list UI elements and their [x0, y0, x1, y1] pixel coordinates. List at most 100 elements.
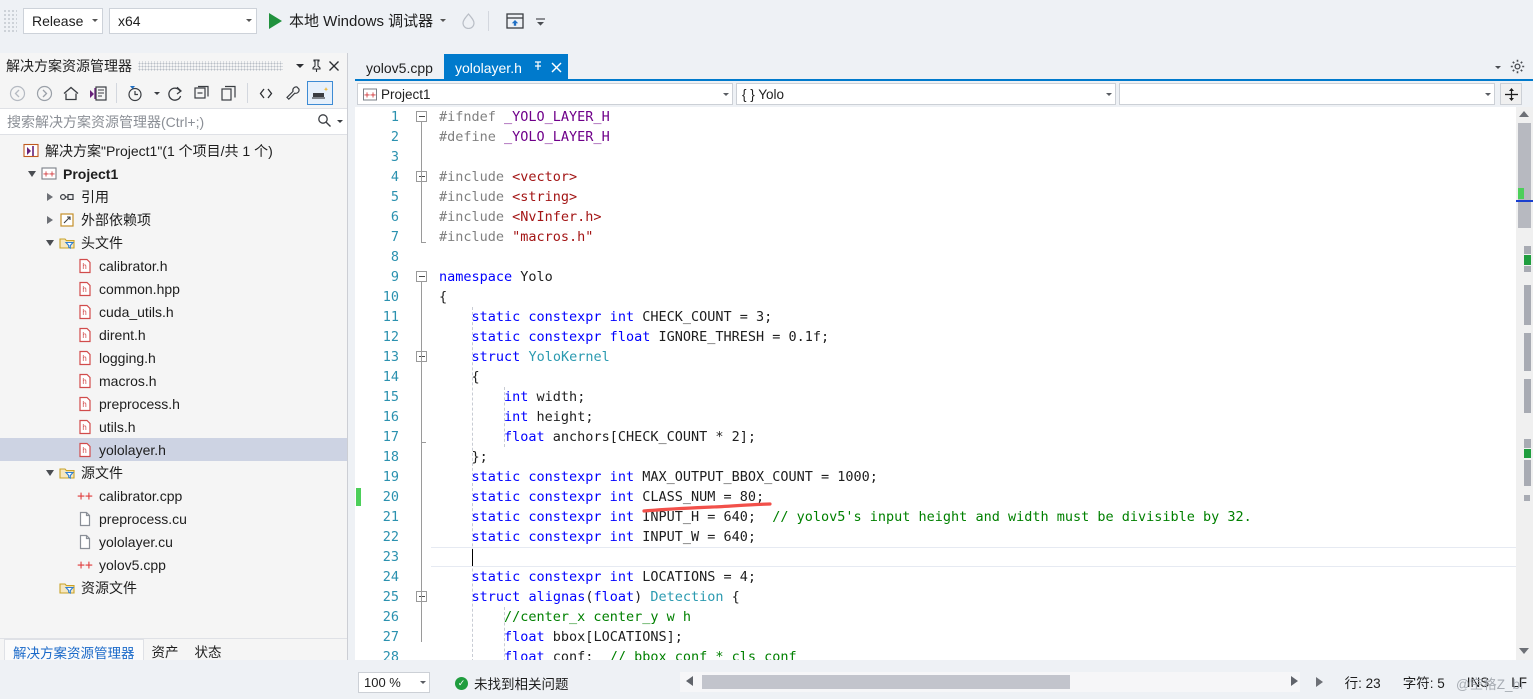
refresh-icon[interactable] [162, 81, 188, 105]
code-line[interactable]: static constexpr int LOCATIONS = 4; [431, 567, 1516, 587]
tree-item[interactable]: h logging.h [0, 346, 347, 369]
forward-icon[interactable] [31, 81, 57, 105]
collapse-region-icon[interactable] [416, 111, 427, 122]
tree-item[interactable]: ++ Project1 [0, 162, 347, 185]
search-icon[interactable] [317, 113, 332, 131]
code-folding-gutter[interactable] [413, 107, 431, 660]
expand-arrow-icon[interactable] [42, 215, 57, 224]
tree-item[interactable]: 解决方案"Project1"(1 个项目/共 1 个) [0, 139, 347, 162]
editor-vertical-scrollbar[interactable] [1516, 107, 1533, 660]
tree-item[interactable]: 源文件 [0, 461, 347, 484]
code-line[interactable]: static constexpr int INPUT_W = 640; [431, 527, 1516, 547]
code-line[interactable]: #include <vector> [431, 167, 1516, 187]
tree-item[interactable]: h utils.h [0, 415, 347, 438]
tree-item[interactable]: h cuda_utils.h [0, 300, 347, 323]
code-line[interactable]: #include <NvInfer.h> [431, 207, 1516, 227]
gear-icon[interactable] [1510, 59, 1525, 77]
close-icon[interactable] [551, 60, 562, 76]
expand-arrow-icon[interactable] [42, 192, 57, 201]
start-debugging-button[interactable]: 本地 Windows 调试器 [269, 10, 447, 31]
tree-item[interactable]: h macros.h [0, 369, 347, 392]
close-icon[interactable] [325, 57, 343, 75]
tree-item[interactable]: h preprocess.h [0, 392, 347, 415]
code-line[interactable]: float anchors[CHECK_COUNT * 2]; [431, 427, 1516, 447]
zoom-level-combo[interactable]: 100 % [358, 672, 430, 693]
code-line[interactable]: }; [431, 447, 1516, 467]
code-line[interactable]: static constexpr int INPUT_H = 640; // y… [431, 507, 1516, 527]
collapse-arrow-icon[interactable] [24, 170, 39, 177]
tree-item[interactable]: 引用 [0, 185, 347, 208]
tree-item[interactable]: preprocess.cu [0, 507, 347, 530]
toolbar-grip[interactable] [3, 8, 17, 33]
tree-item[interactable]: ++ calibrator.cpp [0, 484, 347, 507]
editor-tab-yololayer-h[interactable]: yololayer.h [443, 54, 568, 81]
hscrollbar-thumb[interactable] [702, 675, 1070, 689]
chevron-down-icon[interactable] [149, 81, 161, 105]
navbar-member-combo[interactable] [1119, 83, 1495, 105]
code-line[interactable]: //center_x center_y w h [431, 607, 1516, 627]
copy-icon[interactable] [216, 81, 242, 105]
tree-item[interactable]: 外部依赖项 [0, 208, 347, 231]
search-options-chevron-down-icon[interactable] [337, 120, 343, 123]
collapse-all-icon[interactable] [189, 81, 215, 105]
collapse-region-icon[interactable] [416, 271, 427, 282]
tree-item[interactable]: 头文件 [0, 231, 347, 254]
solution-explorer-search[interactable]: 搜索解决方案资源管理器(Ctrl+;) [0, 108, 347, 135]
collapse-arrow-icon[interactable] [42, 239, 57, 246]
code-line[interactable]: #include "macros.h" [431, 227, 1516, 247]
scroll-right-arrow-icon[interactable] [1291, 676, 1298, 686]
collapse-arrow-icon[interactable] [42, 469, 57, 476]
code-line[interactable]: static constexpr int CHECK_COUNT = 3; [431, 307, 1516, 327]
tree-item[interactable]: h yololayer.h [0, 438, 347, 461]
tree-item[interactable]: yololayer.cu [0, 530, 347, 553]
code-line[interactable]: static constexpr float IGNORE_THRESH = 0… [431, 327, 1516, 347]
code-editor-surface[interactable]: 1 2 3 4 5 6 7 8 9 10 11 12 13 14 15 16 17 18 19 20 21 22 23 24 2… [355, 107, 1533, 660]
hot-reload-icon[interactable] [456, 9, 480, 33]
code-line[interactable]: float conf; // bbox_conf * cls_conf [431, 647, 1516, 660]
scroll-up-arrow-icon[interactable] [1519, 111, 1529, 117]
scrollbar-thumb[interactable] [1518, 123, 1531, 228]
navbar-project-combo[interactable]: ++ Project1 [357, 83, 733, 105]
code-line[interactable] [431, 547, 1516, 567]
status-expand-arrow-icon[interactable] [1315, 677, 1323, 687]
tab-list-chevron-down-icon[interactable] [1495, 66, 1501, 69]
split-window-icon[interactable] [1500, 83, 1522, 105]
code-line[interactable]: #ifndef _YOLO_LAYER_H [431, 107, 1516, 127]
pin-icon[interactable] [307, 57, 325, 75]
code-line[interactable]: float bbox[LOCATIONS]; [431, 627, 1516, 647]
preview-selected-items-icon[interactable] [307, 81, 333, 105]
code-line[interactable]: static constexpr int MAX_OUTPUT_BBOX_COU… [431, 467, 1516, 487]
home-icon[interactable] [58, 81, 84, 105]
code-line[interactable]: #include <string> [431, 187, 1516, 207]
sync-with-active-document-icon[interactable] [85, 81, 111, 105]
tree-item[interactable]: 资源文件 [0, 576, 347, 599]
back-icon[interactable] [4, 81, 30, 105]
toolbar-overflow-icon[interactable] [533, 9, 547, 33]
code-text[interactable]: #ifndef _YOLO_LAYER_H #define _YOLO_LAYER… [431, 107, 1516, 660]
panel-menu-chevron-down-icon[interactable] [289, 57, 307, 75]
properties-icon[interactable] [280, 81, 306, 105]
code-line[interactable]: { [431, 287, 1516, 307]
code-line[interactable]: namespace Yolo [431, 267, 1516, 287]
scroll-left-arrow-icon[interactable] [686, 676, 693, 686]
navbar-scope-combo[interactable]: { } Yolo [736, 83, 1116, 105]
scroll-down-arrow-icon[interactable] [1519, 648, 1529, 654]
problem-status[interactable]: ✓ 未找到相关问题 [455, 673, 569, 693]
titlebar-drag-dots[interactable] [138, 60, 283, 71]
pending-changes-icon[interactable] [122, 81, 148, 105]
code-line[interactable]: { [431, 367, 1516, 387]
editor-tab-yolov5-cpp[interactable]: yolov5.cpp [355, 54, 444, 81]
code-line[interactable] [431, 147, 1516, 167]
editor-horizontal-scrollbar[interactable] [680, 672, 1300, 692]
code-line[interactable]: int width; [431, 387, 1516, 407]
code-line[interactable]: #define _YOLO_LAYER_H [431, 127, 1516, 147]
platform-combo[interactable]: x64 [109, 7, 257, 34]
code-line[interactable]: static constexpr int CLASS_NUM = 80; [431, 487, 1516, 507]
tree-item[interactable]: ++ yolov5.cpp [0, 553, 347, 576]
tree-item[interactable]: h common.hpp [0, 277, 347, 300]
tree-item[interactable]: h calibrator.h [0, 254, 347, 277]
pin-icon[interactable] [532, 60, 544, 75]
window-layout-icon[interactable] [503, 9, 527, 33]
tree-item[interactable]: h dirent.h [0, 323, 347, 346]
code-line[interactable]: int height; [431, 407, 1516, 427]
